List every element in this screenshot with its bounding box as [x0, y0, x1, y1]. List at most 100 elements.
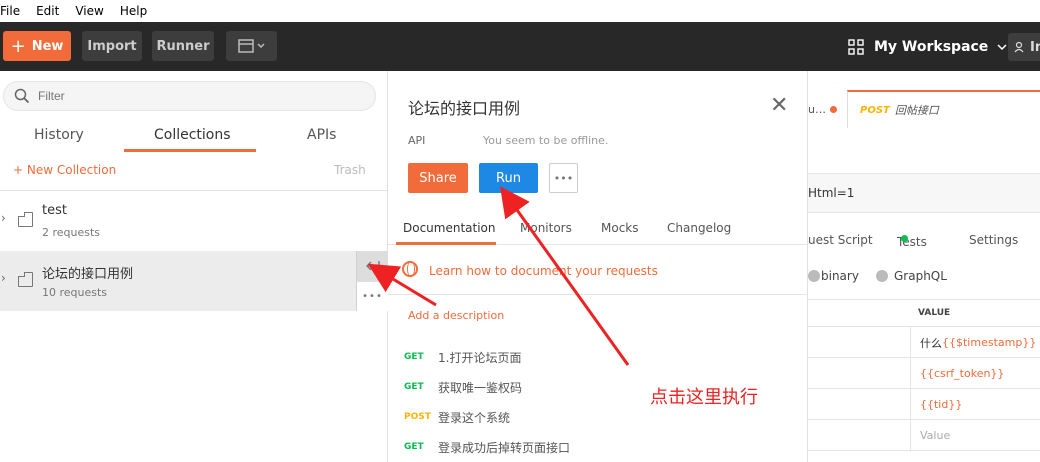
- new-window-button[interactable]: [226, 31, 277, 61]
- sidebar: History Collections APIs + New Collectio…: [0, 71, 388, 462]
- tab-history[interactable]: History: [34, 127, 84, 143]
- collection-name: test: [42, 203, 67, 218]
- arrow-left-bar-icon: [365, 261, 380, 271]
- tab-pre-request-script[interactable]: uest Script: [808, 233, 873, 247]
- radio-graphql[interactable]: [876, 270, 888, 282]
- key-value-table: VALUE 什么 {{$timestamp}} {{csrf_token}} {{…: [808, 299, 1040, 451]
- plus-icon: +: [10, 35, 26, 57]
- request-item[interactable]: POST 登录这个系统: [388, 409, 808, 429]
- grid-icon: [848, 39, 864, 55]
- menu-view[interactable]: View: [75, 4, 103, 18]
- filter-box[interactable]: [3, 81, 376, 111]
- panel-tabs: Documentation Monitors Mocks Changelog: [388, 219, 808, 245]
- share-button[interactable]: Share: [408, 163, 468, 193]
- new-collection-button[interactable]: + New Collection: [13, 163, 116, 177]
- new-button[interactable]: + New: [3, 31, 71, 61]
- collection-item[interactable]: › test 2 requests: [0, 191, 388, 251]
- radio-binary-label: binary: [821, 269, 859, 283]
- request-tab-active[interactable]: POST 回帖接口: [847, 90, 1040, 128]
- tab-settings[interactable]: Settings: [969, 233, 1018, 247]
- active-tab-indicator: [396, 242, 496, 245]
- status-dot: [901, 235, 908, 242]
- filter-input[interactable]: [38, 89, 338, 103]
- menu-file[interactable]: File: [0, 4, 20, 18]
- radio-graphql-label: GraphQL: [894, 269, 947, 283]
- menu-help[interactable]: Help: [120, 4, 147, 18]
- request-tab[interactable]: u…: [808, 94, 846, 124]
- request-name: 获取唯一鉴权码: [438, 381, 523, 395]
- request-name: 1.打开论坛页面: [438, 351, 522, 365]
- tab-apis[interactable]: APIs: [307, 127, 336, 143]
- request-item[interactable]: GET 1.打开论坛页面: [388, 349, 808, 369]
- chevron-down-icon: [997, 44, 1007, 51]
- request-tabstrip: u… POST 回帖接口: [808, 90, 1040, 130]
- collection-count: 2 requests: [42, 226, 101, 239]
- collection-more-button[interactable]: •••: [356, 281, 388, 311]
- runner-button[interactable]: Runner: [152, 31, 214, 61]
- table-row: {{csrf_token}}: [808, 358, 1040, 389]
- method-badge: GET: [404, 352, 424, 362]
- request-option-tabs: uest Script Tests Settings: [808, 233, 1019, 249]
- value-cell[interactable]: 什么 {{$timestamp}}: [910, 327, 1036, 358]
- request-name: 登录这个系统: [438, 411, 511, 425]
- table-row: Value: [808, 420, 1040, 451]
- add-description-link[interactable]: Add a description: [408, 309, 504, 322]
- value-cell[interactable]: {{csrf_token}}: [910, 358, 1004, 389]
- more-options-button[interactable]: •••: [549, 163, 578, 193]
- request-editor: u… POST 回帖接口 Html=1 uest Script Tests Se…: [808, 71, 1040, 462]
- folder-icon: [18, 212, 33, 227]
- chevron-right-icon[interactable]: ›: [1, 271, 6, 285]
- value-cell[interactable]: {{tid}}: [910, 389, 962, 420]
- annotation-text: 点击这里执行: [650, 387, 758, 408]
- run-button[interactable]: Run: [479, 163, 538, 193]
- request-name: 登录成功后掉转页面接口: [438, 441, 571, 455]
- tab-changelog[interactable]: Changelog: [667, 221, 731, 235]
- menu-bar: File Edit View Help: [0, 0, 1040, 22]
- body-type-options: binary GraphQL: [808, 267, 1040, 287]
- tab-monitors[interactable]: Monitors: [520, 221, 572, 235]
- value-column-header: VALUE: [918, 308, 951, 318]
- collection-name: 论坛的接口用例: [42, 267, 134, 282]
- learn-docs-row: Learn how to document your requests: [388, 247, 808, 295]
- collection-count: 10 requests: [42, 286, 108, 299]
- unsaved-dot: [829, 105, 837, 113]
- panel-title: 论坛的接口用例: [408, 99, 521, 118]
- url-text: Html=1: [808, 186, 855, 200]
- workspace-selector[interactable]: My Workspace: [848, 35, 1008, 59]
- request-item[interactable]: GET 登录成功后掉转页面接口: [388, 439, 808, 459]
- tab-documentation[interactable]: Documentation: [403, 221, 496, 235]
- tab-mocks[interactable]: Mocks: [601, 221, 639, 235]
- offline-message: You seem to be offline.: [483, 134, 609, 147]
- active-tab-indicator: [124, 149, 256, 152]
- sidebar-actions: + New Collection Trash: [0, 161, 388, 183]
- table-row: 什么 {{$timestamp}}: [808, 327, 1040, 358]
- learn-docs-link[interactable]: Learn how to document your requests: [429, 264, 658, 278]
- collection-item-selected[interactable]: › 论坛的接口用例 10 requests •••: [0, 251, 388, 311]
- new-window-icon: [237, 39, 265, 53]
- menu-edit[interactable]: Edit: [36, 4, 59, 18]
- method-badge: POST: [860, 104, 890, 116]
- method-badge: GET: [404, 442, 424, 452]
- import-button[interactable]: Import: [82, 31, 142, 61]
- collapse-panel-button[interactable]: [356, 251, 388, 281]
- request-tab-name: 回帖接口: [894, 104, 939, 117]
- radio-binary[interactable]: [808, 270, 820, 282]
- method-badge: GET: [404, 382, 424, 392]
- chevron-right-icon[interactable]: ›: [1, 211, 6, 225]
- more-icon: •••: [362, 291, 383, 302]
- trash-button[interactable]: Trash: [334, 163, 366, 177]
- close-icon[interactable]: ✕: [770, 93, 788, 118]
- toolbar: + New Import Runner My Workspace In: [0, 22, 1040, 71]
- user-icon: [1014, 41, 1024, 53]
- invite-button[interactable]: In: [1008, 33, 1040, 61]
- tab-collections[interactable]: Collections: [154, 127, 231, 143]
- table-row: {{tid}}: [808, 389, 1040, 420]
- url-input[interactable]: Html=1: [808, 173, 1040, 213]
- api-label: API: [408, 134, 426, 147]
- folder-icon: [18, 272, 33, 287]
- workspace-label: My Workspace: [874, 39, 989, 55]
- search-icon: [14, 88, 30, 104]
- globe-icon: [402, 261, 418, 277]
- value-cell[interactable]: Value: [910, 420, 950, 451]
- method-badge: POST: [404, 412, 431, 422]
